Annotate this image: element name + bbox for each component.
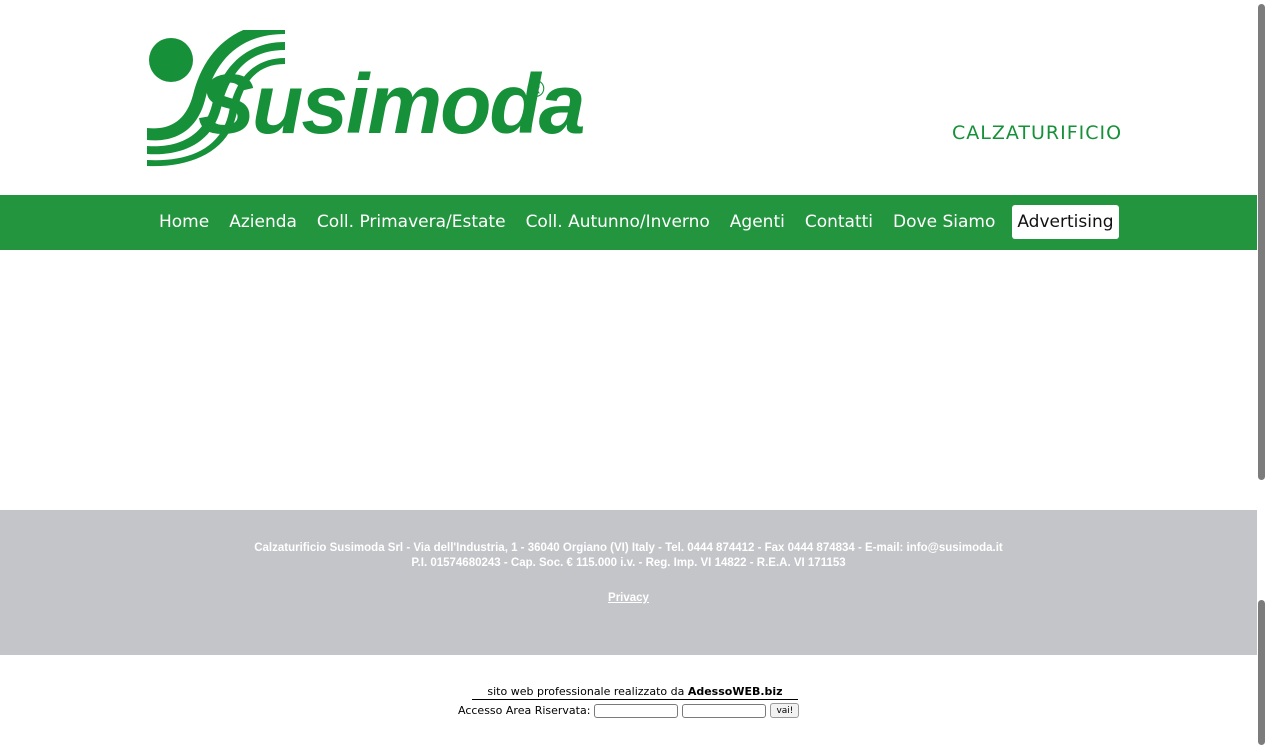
login-submit-button[interactable]: vai! [770, 703, 800, 718]
password-input[interactable] [682, 703, 767, 718]
site-header: Susimoda ® CALZATURIFICIO [0, 0, 1257, 195]
credit-divider [472, 699, 798, 700]
nav-item-dove-siamo[interactable]: Dove Siamo [884, 205, 1004, 239]
brand-tagline: CALZATURIFICIO [952, 122, 1123, 144]
nav-item-azienda[interactable]: Azienda [220, 205, 306, 239]
scrollbar-thumb-lower[interactable] [1258, 600, 1265, 745]
nav-item-contatti[interactable]: Contatti [796, 205, 882, 239]
privacy-link[interactable]: Privacy [608, 592, 649, 604]
nav-list: Home Azienda Coll. Primavera/Estate Coll… [150, 205, 1121, 239]
nav-item-home[interactable]: Home [150, 205, 218, 239]
login-label: Accesso Area Riservata: [458, 704, 591, 717]
registered-mark: ® [527, 76, 545, 103]
privacy-container: Privacy [0, 592, 1257, 604]
main-nav: Home Azienda Coll. Primavera/Estate Coll… [0, 195, 1257, 250]
nav-item-coll-primavera-estate[interactable]: Coll. Primavera/Estate [308, 205, 515, 239]
credit-line: sito web professionale realizzato da Ade… [472, 685, 798, 699]
scrollbar-thumb[interactable] [1258, 4, 1265, 480]
nav-item-advertising[interactable]: Advertising [1012, 205, 1119, 239]
reserved-area-login: Accesso Area Riservata: vai! [458, 703, 800, 718]
nav-item-agenti[interactable]: Agenti [721, 205, 794, 239]
company-address-line: Calzaturificio Susimoda Srl - Via dell'I… [254, 542, 1003, 554]
company-registration-line: P.I. 01574680243 - Cap. Soc. € 115.000 i… [411, 557, 846, 569]
credit-prefix: sito web professionale realizzato da [487, 685, 688, 698]
username-input[interactable] [594, 703, 679, 718]
credit-company-link[interactable]: AdessoWEB.biz [688, 685, 783, 698]
nav-item-coll-autunno-inverno[interactable]: Coll. Autunno/Inverno [517, 205, 719, 239]
site-footer: Calzaturificio Susimoda Srl - Via dell'I… [0, 510, 1257, 655]
logo-wordmark: Susimoda [198, 57, 585, 151]
company-info: Calzaturificio Susimoda Srl - Via dell'I… [0, 541, 1257, 571]
